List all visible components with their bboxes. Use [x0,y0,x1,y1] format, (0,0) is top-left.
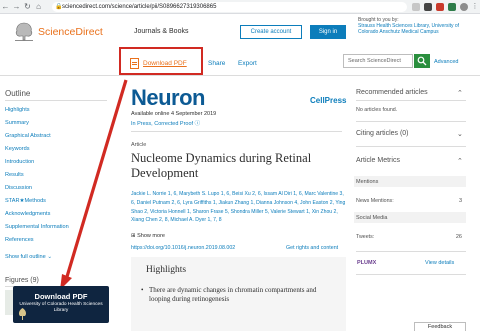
in-press-link[interactable]: In Press, Corrected Proof ⓘ [131,119,200,127]
show-more-label: Show more [137,233,165,239]
chevron-up-icon[interactable]: ⌃ [457,157,463,165]
cu-logo-icon [18,308,27,320]
news-mentions-label: News Mentions: [356,198,394,204]
highlight-text: There are dynamic changes in chromatin c… [149,286,317,303]
journal-logo[interactable]: Neuron [131,85,206,111]
article-divider [131,131,342,132]
no-articles-text: No articles found. [356,107,398,113]
chevron-up-icon[interactable]: ⌃ [457,89,463,97]
recommended-heading[interactable]: Recommended articles [356,89,428,96]
doi-link[interactable]: https://doi.org/10.1016/j.neuron.2019.08… [131,245,235,251]
available-date: Available online 4 September 2019 [131,111,217,117]
screen: { "browser": { "url": "sciencedirect.com… [0,0,480,331]
chevron-down-icon[interactable]: ⌄ [457,130,463,138]
divider [356,146,466,147]
author-list[interactable]: Jackie L. Norrie 1, 6, Marybeth S. Lupo … [131,190,346,225]
help-icon: ⓘ [194,121,201,127]
article-title: Nucleome Dynamics during Retinal Develop… [131,151,312,180]
in-press-label: In Press, Corrected Proof [131,121,194,127]
publisher-logo[interactable]: CellPress [310,96,346,105]
plumx-logo[interactable]: PLUMX [357,260,376,266]
show-more-button[interactable]: ⊞ Show more [131,233,165,239]
divider [356,274,466,275]
plus-icon: ⊞ [131,233,136,239]
bullet-icon: • [141,286,144,294]
recommended-divider [356,100,466,101]
article-type: Article [131,142,147,148]
news-mentions-count: 3 [458,198,462,204]
download-pdf-callout: Download PDF University of Colorado Heal… [13,286,109,323]
callout-title: Download PDF [34,292,88,301]
highlight-item: • There are dynamic changes in chromatin… [141,286,339,304]
view-details-link[interactable]: View details [425,260,454,266]
tweets-count: 26 [455,234,462,240]
divider [356,251,466,252]
social-media-heading: Social Media [356,215,388,221]
tweets-label: Tweets: [356,234,375,240]
highlights-heading: Highlights [146,265,187,275]
mentions-heading: Mentions [356,179,379,185]
citing-articles-heading[interactable]: Citing articles (0) [356,130,409,137]
article-metrics-heading[interactable]: Article Metrics [356,157,400,164]
divider [356,121,466,122]
rights-link[interactable]: Get rights and content [286,245,338,251]
feedback-button[interactable]: Feedback [414,322,466,331]
